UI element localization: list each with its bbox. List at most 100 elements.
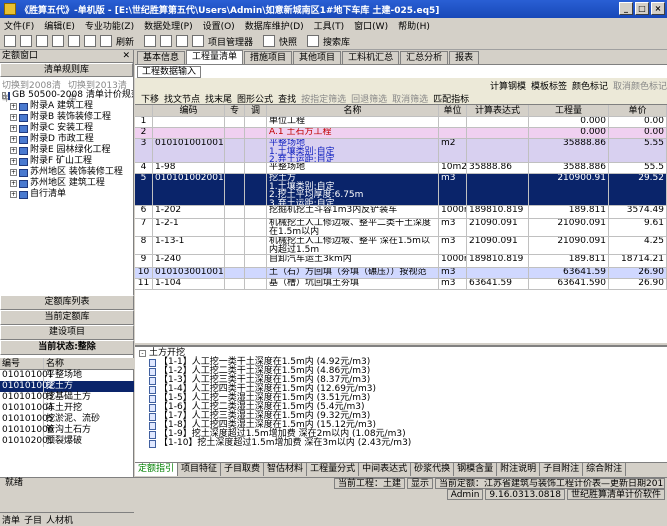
- grid-row[interactable]: 91-240 自卸汽车运土3km内1000m3189810.819189.8111…: [135, 255, 667, 268]
- cell-specialty[interactable]: [225, 163, 245, 174]
- cell-unit[interactable]: [439, 117, 467, 128]
- cell-quantity[interactable]: 63641.590: [529, 279, 609, 290]
- cell-adjust[interactable]: [245, 237, 267, 255]
- tab-quantity-formula[interactable]: 工程量分式: [307, 463, 360, 476]
- menu-edit[interactable]: 编辑(E): [44, 19, 75, 32]
- cell-name[interactable]: 单位工程: [267, 117, 439, 128]
- grid-row[interactable]: 3 010101001001 平整场地 1.土壤类别:自定 2.弃土运距:自定 m2 3…: [135, 139, 667, 163]
- cell-adjust[interactable]: [245, 268, 267, 279]
- cell-price[interactable]: 3574.49: [609, 206, 667, 219]
- cell-code[interactable]: 1-202: [153, 206, 225, 219]
- cell-expression[interactable]: 21090.091: [467, 237, 529, 255]
- table-row[interactable]: 010101003 挖基础土方: [0, 392, 134, 403]
- tree-item[interactable]: + 苏州地区 建筑工程: [2, 178, 131, 189]
- maximize-button[interactable]: □: [635, 2, 649, 15]
- quota-list-button[interactable]: 定额库列表: [0, 295, 134, 310]
- cell-quantity[interactable]: 0.000: [529, 117, 609, 128]
- grid-row[interactable]: 2 A.1 土石方工程 0.000 0.00: [135, 128, 667, 139]
- build-project-button[interactable]: 建设项目: [0, 325, 134, 340]
- copy-icon[interactable]: [68, 35, 80, 47]
- cell-quantity[interactable]: 63641.59: [529, 268, 609, 279]
- cancel-filter-button[interactable]: 取消筛选: [392, 92, 428, 105]
- cell-price[interactable]: 18714.21: [609, 255, 667, 268]
- cell-specialty[interactable]: [225, 255, 245, 268]
- cell-code[interactable]: 1-240: [153, 255, 225, 268]
- cell-quantity[interactable]: 35888.86: [529, 139, 609, 163]
- cell-quantity[interactable]: 0.000: [529, 128, 609, 139]
- tab-notes[interactable]: 附注说明: [497, 463, 541, 476]
- match-index-button[interactable]: 匹配指标: [433, 92, 469, 105]
- cell-expression[interactable]: [467, 117, 529, 128]
- cell-price[interactable]: 26.90: [609, 279, 667, 290]
- tab-features[interactable]: 项目特征: [178, 463, 222, 476]
- preview-icon[interactable]: [176, 35, 189, 47]
- tree-item[interactable]: + 附录F 矿山工程: [2, 156, 131, 167]
- cell-name[interactable]: 挖掘机挖土斗容1m3内反铲装车: [267, 206, 439, 219]
- move-down-button[interactable]: 下移: [141, 92, 159, 105]
- minimize-button[interactable]: _: [619, 2, 633, 15]
- cell-specialty[interactable]: [225, 237, 245, 255]
- cell-code[interactable]: 1-2-1: [153, 219, 225, 237]
- cell-code[interactable]: 1-13-1: [153, 237, 225, 255]
- cell-quantity[interactable]: 21090.091: [529, 237, 609, 255]
- tab-intermediate[interactable]: 中间表达式: [359, 463, 412, 476]
- cell-price[interactable]: 29.52: [609, 174, 667, 206]
- cell-name[interactable]: A.1 土石方工程: [267, 128, 439, 139]
- cell-adjust[interactable]: [245, 255, 267, 268]
- switch-2013-button[interactable]: 切换到2013清单: [68, 78, 131, 104]
- tab-data-input[interactable]: 工程数据输入: [137, 65, 202, 78]
- rule-library-button[interactable]: 清单规则库: [0, 63, 133, 77]
- cell-unit[interactable]: m3: [439, 268, 467, 279]
- current-quota-button[interactable]: 当前定额库: [0, 310, 134, 325]
- cell-specialty[interactable]: [225, 206, 245, 219]
- cell-price[interactable]: 5.55: [609, 139, 667, 163]
- filter-button[interactable]: 按指定筛选: [301, 92, 346, 105]
- cell-quantity[interactable]: 210900.91: [529, 174, 609, 206]
- grid-row[interactable]: 4 1-98 平整场地 10m2 35888.86 3588.886 55.5: [135, 163, 667, 174]
- save-icon[interactable]: [36, 35, 48, 47]
- cell-expression[interactable]: 63641.59: [467, 279, 529, 290]
- cell-specialty[interactable]: [225, 117, 245, 128]
- find-node-button[interactable]: 找文节点: [164, 92, 200, 105]
- cell-code[interactable]: [153, 117, 225, 128]
- cell-price[interactable]: 55.5: [609, 163, 667, 174]
- find-end-button[interactable]: 找末尾: [205, 92, 232, 105]
- menu-help[interactable]: 帮助(H): [398, 19, 430, 32]
- cell-adjust[interactable]: [245, 279, 267, 290]
- cell-expression[interactable]: 189810.819: [467, 255, 529, 268]
- tab-subitem[interactable]: 子目: [24, 513, 42, 526]
- color-mark-button[interactable]: 颜色标记: [572, 79, 608, 92]
- tab-list[interactable]: 清单: [2, 513, 20, 526]
- cell-unit[interactable]: m3: [439, 174, 467, 206]
- calc-steel-mold-button[interactable]: 计算钢模: [490, 79, 526, 92]
- search-icon[interactable]: [307, 35, 320, 47]
- cell-name[interactable]: 挖土方 1.土壤类别:自定 2.挖土平均厚度:6.75m 3.弃土运距:自定: [267, 174, 439, 206]
- cell-expression[interactable]: [467, 139, 529, 163]
- cell-adjust[interactable]: [245, 219, 267, 237]
- grid-row[interactable]: 61-202 挖掘机挖土斗容1m3内反铲装车1000m3189810.819189…: [135, 206, 667, 219]
- cell-quantity[interactable]: 3588.886: [529, 163, 609, 174]
- cell-code[interactable]: 1-98: [153, 163, 225, 174]
- cell-name[interactable]: 自卸汽车运土3km内: [267, 255, 439, 268]
- cut-icon[interactable]: [52, 35, 64, 47]
- table-row[interactable]: 010102001 预裂爆破: [0, 436, 134, 447]
- grid-row[interactable]: 8 1-13-1 机械挖土人工修边坡、整平 深在1.5m以内超过1.5m m3 2109…: [135, 237, 667, 255]
- cell-adjust[interactable]: [245, 206, 267, 219]
- cell-expression[interactable]: 21090.091: [467, 219, 529, 237]
- cell-code[interactable]: 1-104: [153, 279, 225, 290]
- cell-adjust[interactable]: [245, 117, 267, 128]
- menu-file[interactable]: 文件(F): [4, 19, 34, 32]
- cell-price[interactable]: 0.00: [609, 128, 667, 139]
- tab-quota-guide[interactable]: 定额指引: [135, 463, 179, 476]
- cell-specialty[interactable]: [225, 279, 245, 290]
- tab-materials[interactable]: 智估材料: [264, 463, 308, 476]
- cell-name[interactable]: 基（槽）坑回填土夯填: [267, 279, 439, 290]
- project-manager-icon[interactable]: [192, 35, 205, 47]
- cell-unit[interactable]: m3: [439, 219, 467, 237]
- cell-specialty[interactable]: [225, 139, 245, 163]
- cell-adjust[interactable]: [245, 139, 267, 163]
- cell-adjust[interactable]: [245, 163, 267, 174]
- switch-2008-button[interactable]: 切换到2008清单: [2, 78, 65, 104]
- cell-name[interactable]: 土（石）方回填（夯填（碾压））按视范: [267, 268, 439, 279]
- cell-unit[interactable]: m3: [439, 279, 467, 290]
